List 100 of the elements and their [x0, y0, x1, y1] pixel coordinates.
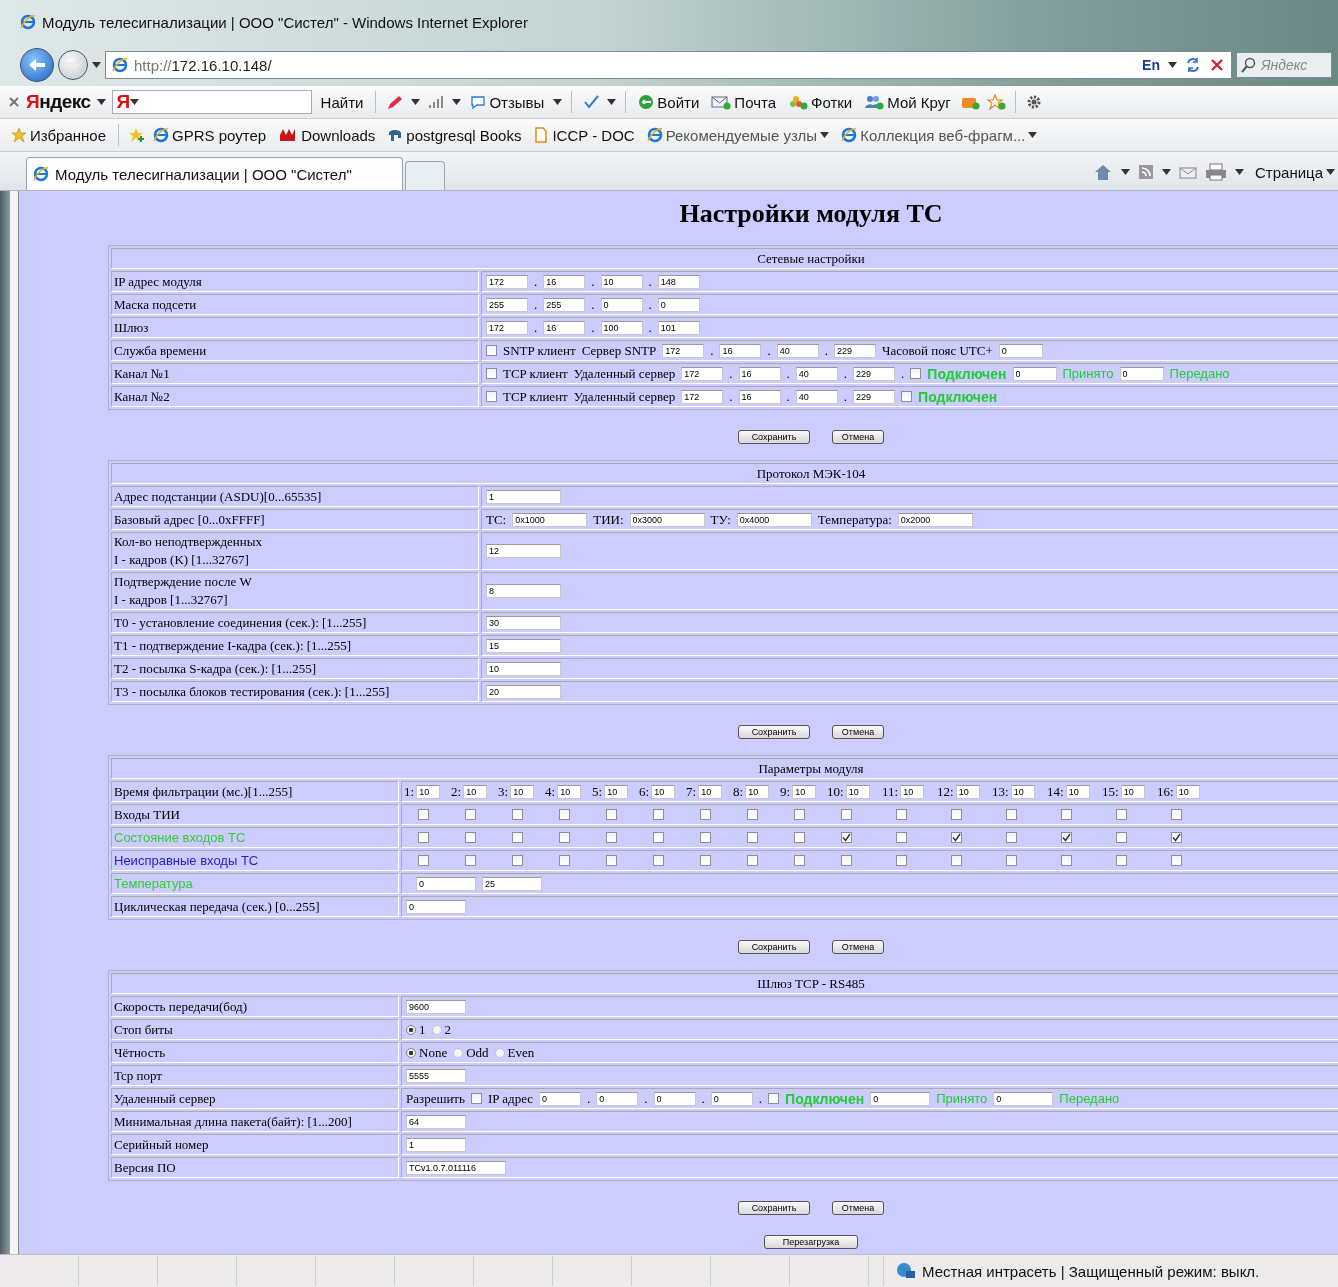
checkbox[interactable]: [1061, 855, 1072, 866]
checkbox[interactable]: [1171, 855, 1182, 866]
checkbox[interactable]: [951, 809, 962, 820]
text-field[interactable]: 40: [795, 366, 838, 381]
checkbox[interactable]: [794, 855, 805, 866]
text-field[interactable]: 10: [698, 784, 723, 799]
checkbox[interactable]: [559, 855, 570, 866]
checkbox[interactable]: [896, 855, 907, 866]
text-field[interactable]: 229: [833, 343, 876, 358]
text-field[interactable]: 10: [745, 784, 770, 799]
text-field[interactable]: 0: [406, 899, 466, 914]
yandex-logo[interactable]: Яндекс: [26, 91, 91, 113]
text-field[interactable]: 10: [604, 784, 629, 799]
caret-icon[interactable]: [1121, 169, 1130, 175]
text-field[interactable]: 25: [482, 876, 542, 891]
text-field[interactable]: 0: [710, 1091, 753, 1106]
checkbox[interactable]: [653, 855, 664, 866]
checkbox[interactable]: [606, 855, 617, 866]
checkbox[interactable]: [465, 855, 476, 866]
favorite-link[interactable]: Коллекция веб-фрагм...: [838, 126, 1041, 144]
checkbox[interactable]: [486, 345, 497, 356]
caret-icon[interactable]: [553, 99, 563, 105]
star-icon[interactable]: [985, 94, 1006, 110]
text-field[interactable]: 0: [1012, 366, 1057, 381]
cancel-button[interactable]: Отмена: [832, 430, 884, 444]
text-field[interactable]: 229: [853, 389, 896, 404]
text-field[interactable]: 10: [510, 784, 535, 799]
text-field[interactable]: 255: [486, 297, 528, 312]
text-field[interactable]: 64: [406, 1114, 466, 1129]
checkbox[interactable]: [1006, 832, 1017, 843]
text-field[interactable]: 40: [795, 389, 838, 404]
text-field[interactable]: 172: [486, 274, 528, 289]
text-field[interactable]: 16: [738, 366, 781, 381]
people-icon[interactable]: [864, 94, 885, 110]
toolbar-button[interactable]: Отзывы: [467, 93, 548, 111]
text-field[interactable]: 10: [600, 274, 643, 289]
checkbox[interactable]: [700, 855, 711, 866]
checkbox[interactable]: [951, 832, 962, 843]
text-field[interactable]: 16: [738, 389, 781, 404]
text-field[interactable]: 10: [792, 784, 817, 799]
caret-icon[interactable]: [1235, 169, 1244, 175]
checkbox[interactable]: [1006, 809, 1017, 820]
feed-icon[interactable]: [1138, 164, 1154, 180]
address-field[interactable]: http://172.16.10.148/ En: [105, 51, 1232, 79]
text-field[interactable]: 15: [486, 638, 561, 653]
checkbox[interactable]: [512, 855, 523, 866]
favorite-link[interactable]: ICCP - DOC: [530, 126, 638, 144]
checkbox[interactable]: [418, 832, 429, 843]
flower-icon[interactable]: [788, 94, 808, 110]
checkbox[interactable]: [512, 809, 523, 820]
favorite-link[interactable]: GPRS роутер: [150, 126, 270, 144]
text-field[interactable]: 0x1000: [512, 512, 588, 527]
checkbox[interactable]: [841, 809, 852, 820]
checkbox[interactable]: [418, 855, 429, 866]
text-field[interactable]: 10: [1065, 784, 1090, 799]
toolbar-button[interactable]: Почта: [708, 93, 779, 111]
caret-icon[interactable]: [607, 99, 617, 105]
text-field[interactable]: 10: [900, 784, 925, 799]
checkbox[interactable]: [910, 368, 922, 379]
forward-button[interactable]: [58, 50, 88, 80]
caret-icon[interactable]: [92, 62, 101, 68]
text-field[interactable]: TCv1.0.7.011116: [406, 1160, 506, 1175]
checkbox[interactable]: [794, 809, 805, 820]
text-field[interactable]: 100: [600, 320, 643, 335]
cancel-button[interactable]: Отмена: [832, 940, 884, 954]
text-field[interactable]: 20: [486, 684, 561, 699]
text-field[interactable]: 229: [853, 366, 896, 381]
refresh-icon[interactable]: [1185, 57, 1201, 73]
search-field[interactable]: Яндекс: [1236, 52, 1332, 78]
text-field[interactable]: 16: [719, 343, 762, 358]
radio-button[interactable]: [453, 1047, 464, 1058]
radio-button[interactable]: [494, 1047, 505, 1058]
text-field[interactable]: 0: [998, 343, 1043, 358]
checkbox[interactable]: [471, 1093, 482, 1104]
text-field[interactable]: 172: [662, 343, 705, 358]
checkbox[interactable]: [1116, 855, 1127, 866]
text-field[interactable]: 10: [651, 784, 676, 799]
checkbox[interactable]: [700, 809, 711, 820]
text-field[interactable]: 10: [1175, 784, 1200, 799]
checkbox[interactable]: [794, 832, 805, 843]
text-field[interactable]: 16: [543, 274, 586, 289]
checkbox[interactable]: [559, 809, 570, 820]
checkbox[interactable]: [1171, 809, 1182, 820]
new-tab-button[interactable]: [404, 161, 445, 190]
text-field[interactable]: 255: [543, 297, 586, 312]
text-field[interactable]: 0: [993, 1091, 1054, 1106]
checkbox[interactable]: [747, 809, 758, 820]
caret-icon[interactable]: [130, 99, 140, 105]
cancel-button[interactable]: Отмена: [832, 725, 884, 739]
checkbox[interactable]: [896, 809, 907, 820]
checkbox[interactable]: [559, 832, 570, 843]
save-button[interactable]: Сохранить: [738, 1201, 810, 1215]
text-field[interactable]: 16: [543, 320, 586, 335]
toolbar-button[interactable]: Войти: [635, 93, 703, 111]
text-field[interactable]: 9600: [406, 999, 466, 1014]
speech-bubble-icon[interactable]: [470, 94, 487, 110]
checkbox[interactable]: [747, 855, 758, 866]
toolbar-button[interactable]: Мой Круг: [861, 93, 954, 111]
text-field[interactable]: 10: [486, 661, 561, 676]
text-field[interactable]: 0x2000: [897, 512, 973, 527]
